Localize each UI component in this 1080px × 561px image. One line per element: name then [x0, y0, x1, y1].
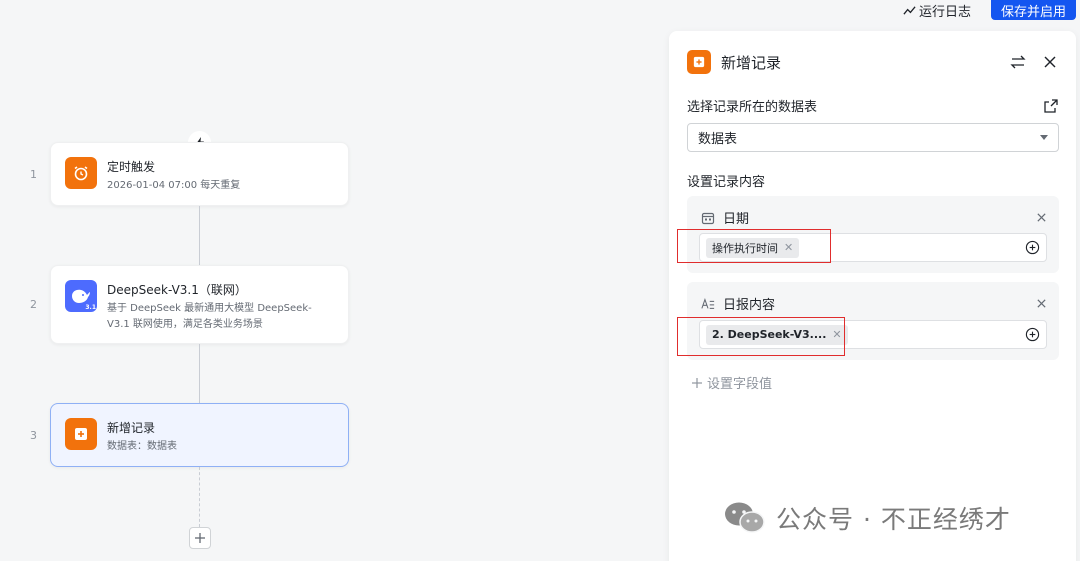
- alarm-clock-icon: [65, 157, 97, 189]
- content-label: 设置记录内容: [687, 175, 766, 190]
- swap-icon[interactable]: [1010, 54, 1026, 70]
- table-select-label: 选择记录所在的数据表: [687, 100, 818, 115]
- node-desc: 基于 DeepSeek 最新通用大模型 DeepSeek-V3.1 联网使用，满…: [107, 303, 312, 330]
- field-name: 日期: [723, 212, 750, 227]
- plus-icon: [195, 533, 205, 543]
- field-name: 日报内容: [723, 298, 776, 313]
- panel-title: 新增记录: [721, 53, 782, 72]
- node-config-panel: 新增记录 选择记录所在的数据表 数据表 设置记录内容 日期 操作执行时间 ✕ 日…: [669, 31, 1076, 561]
- top-actions: 运行日志 保存并启用: [903, 0, 1076, 20]
- node-title: 新增记录: [107, 421, 156, 435]
- add-variable-icon[interactable]: [1025, 327, 1040, 342]
- connector-line: [199, 206, 200, 265]
- watermark: 公众号 · 不正经绣才: [724, 500, 1011, 536]
- panel-header: 新增记录: [687, 50, 1058, 74]
- node-title: 定时触发: [107, 160, 156, 174]
- node-desc: 数据表：数据表: [107, 441, 177, 452]
- calendar-icon: [701, 212, 715, 224]
- add-field-label: 设置字段值: [707, 377, 773, 392]
- close-icon[interactable]: [1042, 54, 1058, 70]
- content-label-row: 设置记录内容: [687, 171, 1058, 190]
- run-log-link[interactable]: 运行日志: [903, 1, 971, 20]
- watermark-text: 公众号 · 不正经绣才: [776, 505, 1011, 534]
- table-select[interactable]: 数据表: [687, 123, 1059, 152]
- step-number-2: 2: [30, 298, 37, 311]
- add-record-icon: [65, 418, 97, 450]
- step-number-1: 1: [30, 168, 37, 181]
- add-variable-icon[interactable]: [1025, 240, 1040, 255]
- step-number-3: 3: [30, 429, 37, 442]
- wechat-icon: [725, 502, 765, 533]
- flow-node-deepseek[interactable]: 3.1 DeepSeek-V3.1（联网） 基于 DeepSeek 最新通用大模…: [50, 265, 349, 344]
- highlight-box: [677, 317, 845, 356]
- version-badge: 3.1: [85, 304, 96, 311]
- run-log-label: 运行日志: [918, 4, 971, 20]
- remove-field-icon[interactable]: [1036, 298, 1047, 309]
- add-field-value-button[interactable]: 设置字段值: [691, 373, 772, 392]
- plus-icon: [692, 377, 702, 388]
- connector-dashed-line: [199, 467, 200, 527]
- add-record-icon: [687, 50, 711, 74]
- highlight-box: [677, 229, 831, 263]
- save-and-enable-button[interactable]: 保存并启用: [990, 0, 1076, 20]
- connector-line: [199, 344, 200, 403]
- chevron-down-icon: [1040, 135, 1048, 140]
- table-select-value: 数据表: [698, 132, 738, 147]
- flow-node-add-record[interactable]: 新增记录 数据表：数据表: [50, 403, 349, 467]
- table-select-label-row: 选择记录所在的数据表: [687, 96, 1058, 115]
- trend-line-icon: [903, 5, 916, 15]
- external-link-icon[interactable]: [1044, 98, 1058, 113]
- remove-field-icon[interactable]: [1036, 212, 1047, 223]
- deepseek-whale-icon: 3.1: [65, 280, 97, 312]
- flow-node-timer-trigger[interactable]: 定时触发 2026-01-04 07:00 每天重复: [50, 142, 349, 206]
- text-field-icon: [701, 297, 715, 309]
- node-desc: 2026-01-04 07:00 每天重复: [107, 180, 241, 191]
- add-node-button[interactable]: [189, 527, 211, 549]
- node-title: DeepSeek-V3.1（联网）: [107, 283, 247, 297]
